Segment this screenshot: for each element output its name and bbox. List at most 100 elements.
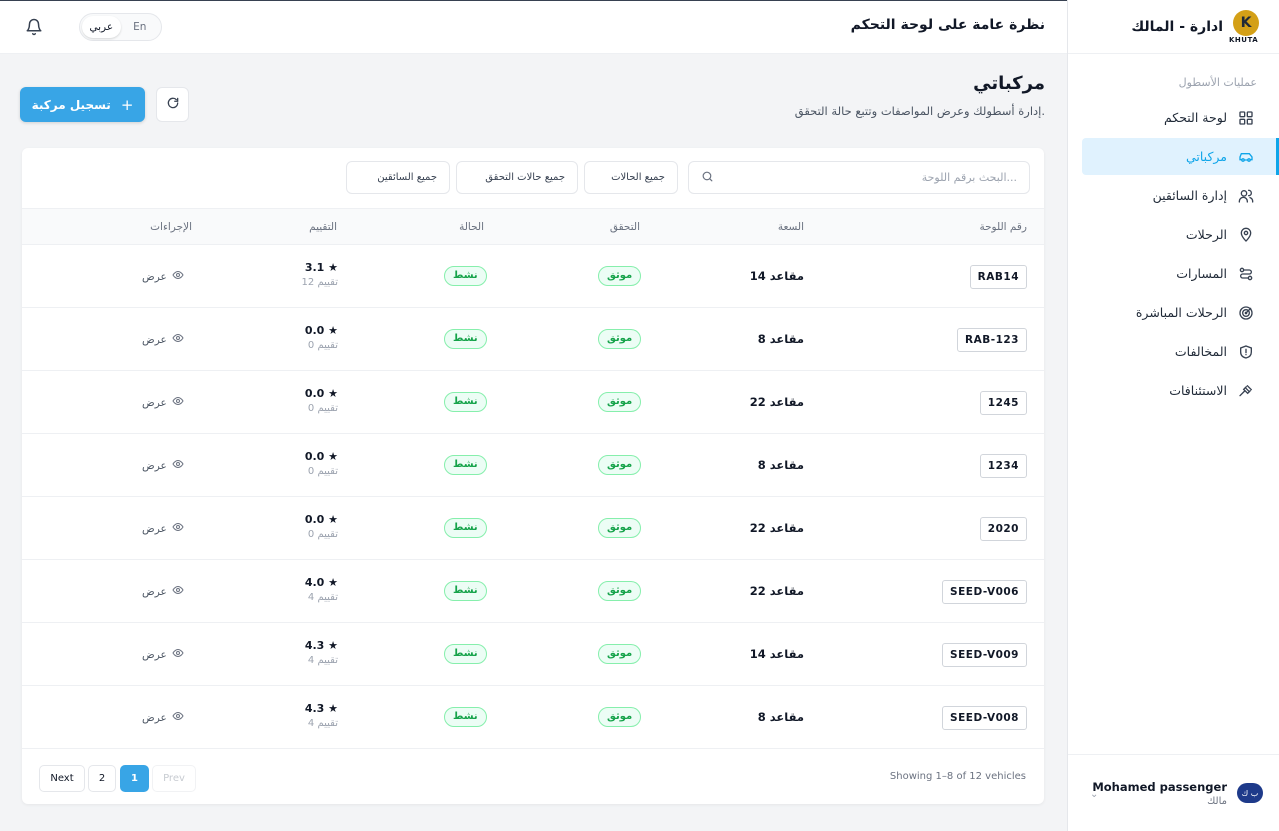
car-icon xyxy=(1237,148,1255,166)
rating: 4.3 ★ 4 تقييم xyxy=(305,702,338,729)
sidebar-item-label: المسارات xyxy=(1176,266,1227,281)
sidebar-item-drivers[interactable]: إدارة السائقين xyxy=(1082,177,1265,214)
sidebar-item-routes[interactable]: المسارات xyxy=(1082,255,1265,292)
eye-icon xyxy=(172,647,184,662)
avatar: ب ك xyxy=(1237,783,1263,803)
page-title: مركباتي xyxy=(973,73,1045,94)
drivers-filter[interactable]: جميع السائقين xyxy=(346,161,450,194)
sidebar-item-my-vehicles[interactable]: مركباتي xyxy=(1082,138,1279,175)
sidebar-item-live-trips[interactable]: الرحلات المباشرة xyxy=(1082,294,1265,331)
grid-icon xyxy=(1237,109,1255,127)
plate-number: 2020 xyxy=(979,517,1027,541)
sidebar-item-violations[interactable]: المخالفات xyxy=(1082,333,1265,370)
col-plate: رقم اللوحة xyxy=(979,221,1027,233)
page-subtitle: إدارة أسطولك وعرض المواصفات وتتبع حالة ا… xyxy=(794,104,1045,118)
view-action[interactable]: عرض xyxy=(142,332,184,347)
chevron-down-icon[interactable]: ⌄ xyxy=(1090,789,1098,800)
add-button-label: تسجيل مركبة xyxy=(31,97,111,112)
status-badge: نشط xyxy=(444,392,487,412)
verification-filter[interactable]: جميع حالات التحقق xyxy=(456,161,578,194)
verified-badge: موثق xyxy=(598,392,642,412)
capacity: 22 مقاعد xyxy=(749,395,804,409)
eye-icon xyxy=(172,458,184,473)
sidebar: ادارة - المالك K KHUTA عمليات الأسطول لو… xyxy=(1067,0,1279,831)
review-count: 0 تقييم xyxy=(307,340,338,351)
plate-number: 1234 xyxy=(979,454,1027,478)
status-filter[interactable]: جميع الحالات xyxy=(584,161,678,194)
view-action[interactable]: عرض xyxy=(142,710,184,725)
table-row: SEED-V009 14 مقاعد موثق نشط 4.3 ★ 4 تقيي… xyxy=(22,623,1044,686)
view-label: عرض xyxy=(142,711,167,724)
refresh-icon xyxy=(166,95,180,114)
status-badge: نشط xyxy=(444,581,487,601)
plate-number: 1245 xyxy=(979,391,1027,415)
page-1-button[interactable]: 1 xyxy=(120,765,149,792)
capacity: 8 مقاعد xyxy=(757,458,804,472)
capacity: 14 مقاعد xyxy=(749,647,804,661)
user-profile[interactable]: ⌄ Mohamed passenger مالك ب ك xyxy=(1068,754,1279,831)
bell-icon[interactable] xyxy=(25,18,43,36)
sidebar-item-label: الرحلات المباشرة xyxy=(1135,305,1227,320)
review-count: 0 تقييم xyxy=(307,403,338,414)
users-icon xyxy=(1237,187,1255,205)
sidebar-item-dashboard[interactable]: لوحة التحكم xyxy=(1082,99,1265,136)
brand-title: ادارة - المالك xyxy=(1131,18,1223,35)
rating: 4.3 ★ 4 تقييم xyxy=(305,639,338,666)
view-label: عرض xyxy=(142,459,167,472)
sidebar-item-appeals[interactable]: الاستئنافات xyxy=(1082,372,1265,409)
verified-badge: موثق xyxy=(598,329,642,349)
language-toggle[interactable]: عربي En xyxy=(79,13,162,41)
refresh-button[interactable] xyxy=(156,87,189,122)
rating-value: 0.0 ★ xyxy=(304,387,338,400)
page-2-button[interactable]: 2 xyxy=(88,765,116,792)
register-vehicle-button[interactable]: تسجيل مركبة + xyxy=(20,87,145,122)
lang-english-option[interactable]: En xyxy=(121,16,160,38)
user-name: Mohamed passenger xyxy=(1092,779,1227,794)
view-action[interactable]: عرض xyxy=(142,521,184,536)
eye-icon xyxy=(172,521,184,536)
status-badge: نشط xyxy=(444,518,487,538)
next-page-button[interactable]: Next xyxy=(39,765,85,792)
verified-badge: موثق xyxy=(598,518,642,538)
review-count: 4 تقييم xyxy=(307,592,338,603)
view-action[interactable]: عرض xyxy=(142,458,184,473)
view-label: عرض xyxy=(142,648,167,661)
view-action[interactable]: عرض xyxy=(142,269,184,284)
review-count: 0 تقييم xyxy=(307,466,338,477)
review-count: 4 تقييم xyxy=(307,655,338,666)
header-title: نظرة عامة على لوحة التحكم xyxy=(850,17,1045,33)
view-label: عرض xyxy=(142,585,167,598)
verified-badge: موثق xyxy=(598,581,642,601)
view-action[interactable]: عرض xyxy=(142,395,184,410)
view-action[interactable]: عرض xyxy=(142,584,184,599)
status-badge: نشط xyxy=(444,644,487,664)
review-count: 4 تقييم xyxy=(307,718,338,729)
search-input[interactable]: البحث برقم اللوحة... xyxy=(688,161,1030,194)
shield-alert-icon xyxy=(1237,343,1255,361)
sidebar-item-label: الاستئنافات xyxy=(1169,383,1227,398)
eye-icon xyxy=(172,332,184,347)
rating-value: 0.0 ★ xyxy=(304,513,338,526)
sidebar-item-label: مركباتي xyxy=(1185,149,1227,164)
status-badge: نشط xyxy=(444,266,487,286)
verified-badge: موثق xyxy=(598,455,642,475)
top-header: نظرة عامة على لوحة التحكم عربي En xyxy=(0,1,1067,54)
lang-arabic-option[interactable]: عربي xyxy=(82,16,121,38)
view-action[interactable]: عرض xyxy=(142,647,184,662)
verified-badge: موثق xyxy=(598,644,642,664)
filters-bar: البحث برقم اللوحة... جميع الحالات جميع ح… xyxy=(22,148,1044,209)
eye-icon xyxy=(172,710,184,725)
plate-number: SEED-V006 xyxy=(942,580,1027,604)
pagination-footer: Showing 1–8 of 12 vehicles Next 2 1 Prev xyxy=(22,749,1044,804)
sidebar-item-trips[interactable]: الرحلات xyxy=(1082,216,1265,253)
table-header: رقم اللوحة السعة التحقق الحالة التقييم ا… xyxy=(22,209,1044,245)
review-count: 12 تقييم xyxy=(301,277,338,288)
col-capacity: السعة xyxy=(777,221,804,233)
gavel-icon xyxy=(1237,382,1255,400)
brand: ادارة - المالك K KHUTA xyxy=(1068,0,1279,54)
plate-number: RAB-123 xyxy=(957,328,1027,352)
search-icon xyxy=(701,168,714,187)
rating: 0.0 ★ 0 تقييم xyxy=(305,387,338,414)
sidebar-item-label: لوحة التحكم xyxy=(1163,110,1227,125)
rating: 0.0 ★ 0 تقييم xyxy=(305,324,338,351)
